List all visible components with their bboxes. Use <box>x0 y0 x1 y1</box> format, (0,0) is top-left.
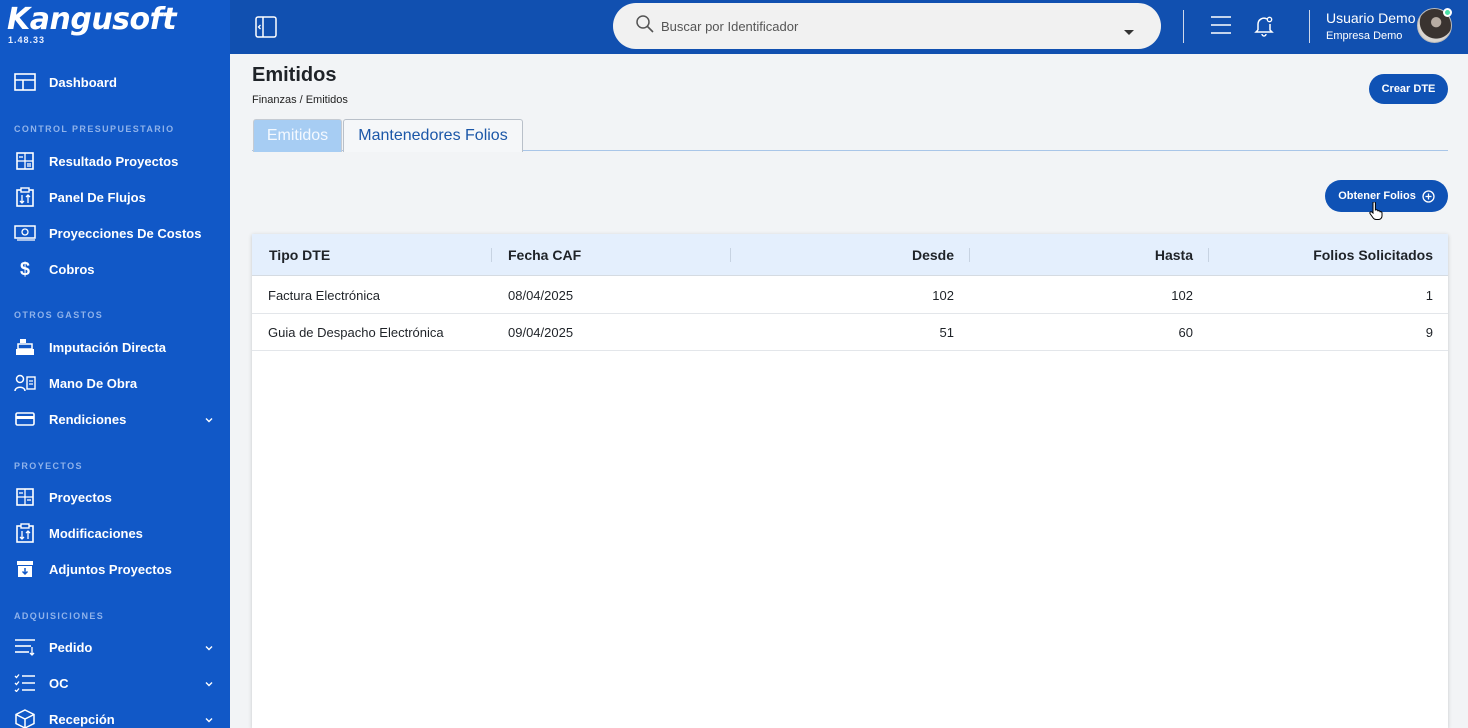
credit-card-icon <box>14 408 36 430</box>
top-bar: Usuario Demo Empresa Demo <box>230 0 1468 54</box>
sidebar-item-mano-de-obra[interactable]: Mano De Obra <box>0 365 230 401</box>
money-icon <box>14 222 36 244</box>
column-header-folios-solicitados[interactable]: Folios Solicitados <box>1208 234 1433 276</box>
sidebar-item-label: Proyectos <box>49 489 112 505</box>
sidebar-item-label: Adjuntos Proyectos <box>49 561 172 577</box>
online-status-indicator <box>1443 8 1452 17</box>
cell-folios-solicitados: 9 <box>1425 325 1433 340</box>
sidebar-item-label: Imputación Directa <box>49 339 167 355</box>
cell-desde: 102 <box>932 288 954 303</box>
calculator-icon <box>14 486 36 508</box>
page-title: Emitidos <box>252 64 337 86</box>
cash-register-icon <box>14 336 36 358</box>
chevron-down-icon <box>204 676 214 694</box>
sidebar-item-label: Recepción <box>49 711 115 727</box>
obtain-folios-label: Obtener Folios <box>1338 190 1416 202</box>
sidebar-item-modificaciones[interactable]: Modificaciones <box>0 515 230 551</box>
obtain-folios-button[interactable]: Obtener Folios <box>1325 180 1448 212</box>
cell-tipo-dte: Factura Electrónica <box>268 288 380 303</box>
mouse-cursor-icon <box>1369 201 1383 225</box>
section-control-presupuestario: CONTROL PRESUPUESTARIO <box>14 124 175 134</box>
clipboard-flow-icon <box>14 522 36 544</box>
folios-table: Tipo DTE Fecha CAF Desde Hasta Folios So… <box>252 234 1448 728</box>
app-logo[interactable]: Kangusoft <box>7 3 230 37</box>
tab-mantenedores-folios[interactable]: Mantenedores Folios <box>343 119 523 152</box>
sidebar-item-recepcion[interactable]: Recepción <box>0 701 230 728</box>
column-header-desde[interactable]: Desde <box>730 234 954 276</box>
cell-tipo-dte: Guia de Despacho Electrónica <box>268 325 444 340</box>
notification-bell-icon[interactable] <box>1254 15 1274 42</box>
tab-emitidos[interactable]: Emitidos <box>253 119 342 152</box>
divider <box>1309 10 1310 43</box>
user-name[interactable]: Usuario Demo <box>1326 10 1415 26</box>
search-input[interactable] <box>661 18 1101 34</box>
user-company: Empresa Demo <box>1326 30 1403 42</box>
sidebar-toggle-icon[interactable] <box>254 15 278 39</box>
sidebar-item-label: Pedido <box>49 639 93 655</box>
sidebar-item-rendiciones[interactable]: Rendiciones <box>0 401 230 437</box>
cell-folios-solicitados: 1 <box>1425 288 1433 303</box>
sidebar-item-label: Mano De Obra <box>49 375 138 391</box>
table-header: Tipo DTE Fecha CAF Desde Hasta Folios So… <box>252 234 1448 276</box>
checklist-icon <box>14 672 36 694</box>
sidebar-item-cobros[interactable]: $ Cobros <box>0 251 230 287</box>
sidebar-item-label: Proyecciones De Costos <box>49 225 202 241</box>
sidebar-item-imputacion-directa[interactable]: Imputación Directa <box>0 329 230 365</box>
search-bar[interactable] <box>613 3 1161 49</box>
calculator-icon <box>14 150 36 172</box>
sidebar-item-label: Cobros <box>49 261 95 277</box>
worker-id-icon <box>14 372 36 394</box>
archive-box-icon <box>14 558 36 580</box>
package-icon <box>14 708 36 728</box>
sidebar-item-adjuntos-proyectos[interactable]: Adjuntos Proyectos <box>0 551 230 587</box>
breadcrumb-separator: / <box>299 94 303 106</box>
list-order-icon <box>14 636 36 658</box>
section-proyectos: PROYECTOS <box>14 461 83 471</box>
breadcrumb-current: Emitidos <box>305 94 348 106</box>
cell-fecha-caf: 09/04/2025 <box>508 325 574 340</box>
breadcrumb-parent[interactable]: Finanzas <box>252 94 297 106</box>
cell-hasta: 102 <box>1171 288 1193 303</box>
clipboard-flow-icon <box>14 186 36 208</box>
cell-hasta: 60 <box>1178 325 1193 340</box>
sidebar-item-resultado-proyectos[interactable]: Resultado Proyectos <box>0 143 230 179</box>
sidebar: Kangusoft 1.48.33 Dashboard CONTROL PRES… <box>0 0 230 728</box>
sidebar-item-label: OC <box>49 675 69 691</box>
sidebar-item-label: Modificaciones <box>49 525 143 541</box>
menu-icon[interactable] <box>1210 15 1232 40</box>
breadcrumb: Finanzas / Emitidos <box>252 94 348 106</box>
column-header-tipo-dte[interactable]: Tipo DTE <box>269 234 330 276</box>
chevron-down-icon <box>204 412 214 430</box>
sidebar-item-dashboard[interactable]: Dashboard <box>0 64 230 100</box>
dashboard-icon <box>14 71 36 93</box>
dropdown-caret-icon[interactable] <box>1123 24 1135 42</box>
dollar-icon: $ <box>19 258 30 279</box>
column-separator <box>491 248 492 262</box>
chevron-down-icon <box>204 712 214 728</box>
section-otros-gastos: OTROS GASTOS <box>14 310 104 320</box>
column-header-fecha-caf[interactable]: Fecha CAF <box>508 234 581 276</box>
column-header-hasta[interactable]: Hasta <box>969 234 1193 276</box>
cell-desde: 51 <box>939 325 954 340</box>
sidebar-item-label: Dashboard <box>49 74 117 90</box>
search-icon <box>635 14 655 39</box>
brand: Kangusoft 1.48.33 <box>0 0 230 54</box>
divider <box>1183 10 1184 43</box>
sidebar-item-oc[interactable]: OC <box>0 665 230 701</box>
sidebar-item-proyecciones-de-costos[interactable]: Proyecciones De Costos <box>0 215 230 251</box>
sidebar-item-label: Resultado Proyectos <box>49 153 179 169</box>
sidebar-item-panel-de-flujos[interactable]: Panel De Flujos <box>0 179 230 215</box>
section-adquisiciones: ADQUISICIONES <box>14 611 105 621</box>
sidebar-item-label: Panel De Flujos <box>49 189 146 205</box>
add-circle-icon <box>1422 189 1435 203</box>
cell-fecha-caf: 08/04/2025 <box>508 288 574 303</box>
sidebar-item-proyectos[interactable]: Proyectos <box>0 479 230 515</box>
table-row[interactable]: Guia de Despacho Electrónica 09/04/2025 … <box>252 314 1448 351</box>
sidebar-item-pedido[interactable]: Pedido <box>0 629 230 665</box>
chevron-down-icon <box>204 640 214 658</box>
table-row[interactable]: Factura Electrónica 08/04/2025 102 102 1 <box>252 277 1448 314</box>
create-dte-button[interactable]: Crear DTE <box>1369 74 1448 104</box>
sidebar-item-label: Rendiciones <box>49 411 127 427</box>
